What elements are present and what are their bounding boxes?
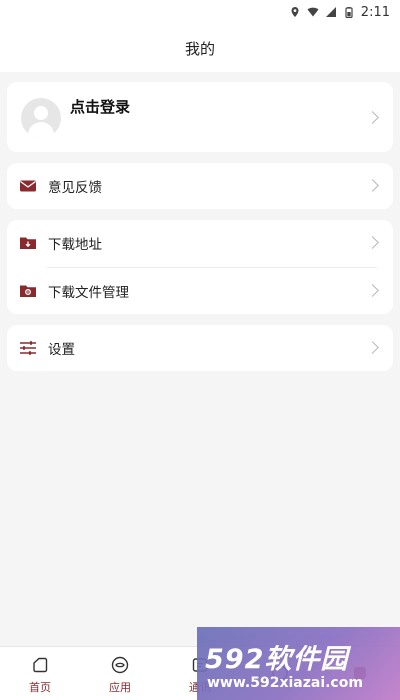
status-time: 2:11 [360,4,390,20]
avatar [21,98,61,138]
menu-item-settings[interactable]: 设置 [7,325,393,371]
menu-item-feedback[interactable]: 意见反馈 [7,163,393,209]
watermark-url: www.592xiazai.com [207,675,363,691]
tab-home[interactable]: 首页 [0,647,80,700]
sliders-icon [20,341,36,355]
settings-label: 设置 [48,342,75,358]
battery-icon [345,7,353,18]
chevron-right-icon [366,236,379,249]
tab-label: 首页 [29,681,51,694]
tab-apps[interactable]: 应用 [80,647,160,700]
wifi-icon [307,7,319,17]
status-bar: 2:11 [0,0,400,24]
envelope-icon [20,180,36,192]
chevron-right-icon [366,179,379,192]
watermark-logo: 592软件园 www.592xiazai.com [197,627,400,700]
login-label: 点击登录 [70,98,131,116]
menu-item-download-address[interactable]: 下载地址 [7,220,393,266]
app-icon [111,656,129,674]
settings-card: 设置 [7,325,393,371]
feedback-label: 意见反馈 [48,180,102,196]
watermark-brand: 592软件园 [205,644,349,675]
download-manage-label: 下载文件管理 [48,285,129,301]
page-title: 我的 [184,39,215,58]
chevron-right-icon [366,341,379,354]
signal-icon [325,7,336,17]
tab-label: 应用 [109,681,131,694]
login-card[interactable]: 点击登录 [7,82,393,152]
download-card: 下载地址 下载文件管理 [7,220,393,314]
folder-download-icon [20,237,36,249]
page-header: 我的 [0,24,400,72]
menu-item-download-manage[interactable]: 下载文件管理 [7,268,393,314]
feedback-card: 意见反馈 [7,163,393,209]
chevron-right-icon [366,111,379,124]
folder-manage-icon [20,285,36,297]
chevron-right-icon [366,284,379,297]
location-icon [291,7,299,17]
download-address-label: 下载地址 [48,237,102,253]
home-icon [33,657,48,673]
